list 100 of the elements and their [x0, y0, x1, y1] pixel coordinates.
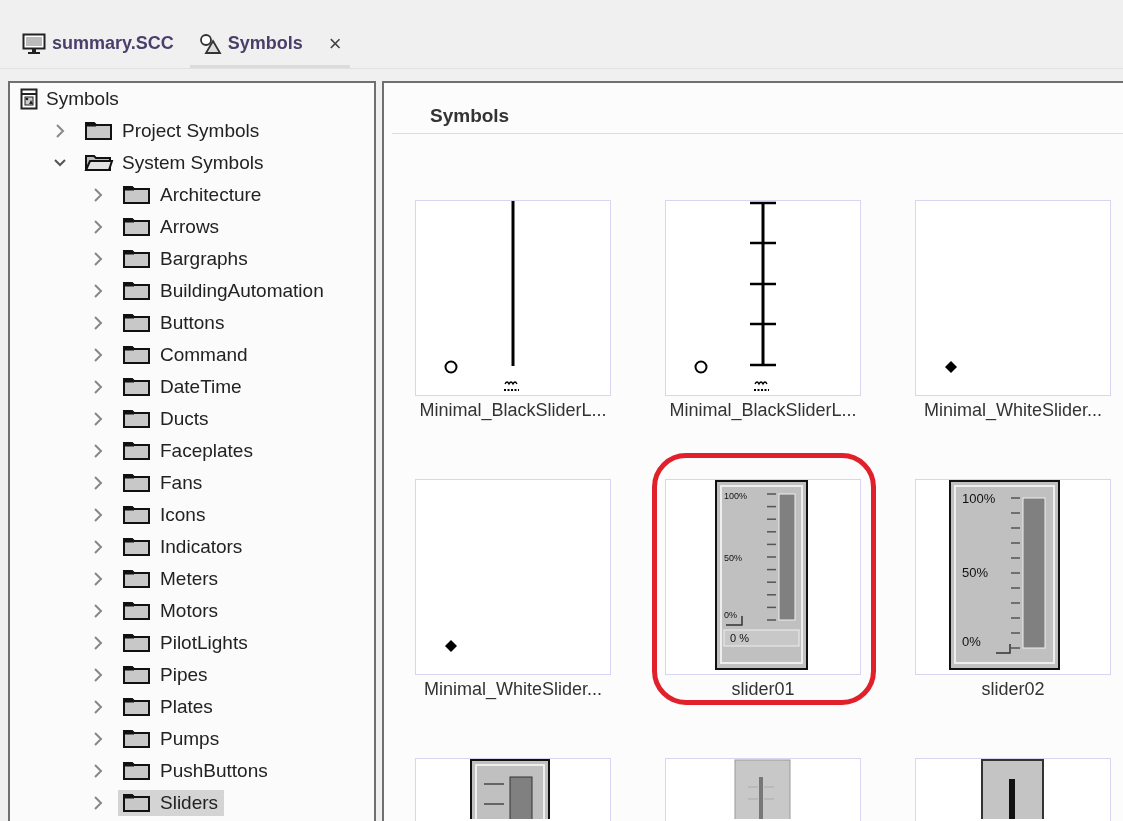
tree-item-label: Icons: [160, 504, 206, 526]
tick-marks-icon: [503, 381, 520, 391]
folder-icon: [122, 345, 152, 365]
symbol-name: slider01: [731, 679, 795, 700]
tree-item[interactable]: Symbols: [16, 86, 125, 112]
tree-item[interactable]: Icons: [118, 502, 212, 528]
tree-item-label: Pipes: [160, 664, 208, 686]
tree-item[interactable]: Faceplates: [118, 438, 259, 464]
folder-icon: [122, 441, 152, 461]
folder-icon: [122, 633, 152, 653]
tick-marks-icon: [753, 381, 770, 391]
tree-item-label: Sliders: [160, 792, 219, 814]
scale-label: 50%: [724, 553, 742, 563]
readout-value: 0 %: [730, 632, 749, 644]
expand-chevron-icon[interactable]: [92, 284, 104, 298]
folder-icon: [122, 793, 152, 813]
expand-chevron-icon[interactable]: [92, 188, 104, 202]
tree-item-label: Meters: [160, 568, 219, 590]
scale-label: 100%: [962, 491, 996, 506]
scale-label: 100%: [724, 491, 748, 501]
tree-item-label: BuildingAutomation: [160, 280, 324, 302]
open-folder-icon: [84, 153, 114, 173]
tree-item-label: PushButtons: [160, 760, 268, 782]
tree-item[interactable]: Plates: [118, 694, 219, 720]
expand-chevron-icon[interactable]: [92, 732, 104, 746]
expand-chevron-icon[interactable]: [92, 220, 104, 234]
symbol-tile[interactable]: 100% 50% 0%: [915, 479, 1111, 675]
tree-item-label: Symbols: [46, 88, 119, 110]
expand-chevron-icon[interactable]: [92, 540, 104, 554]
tree-item[interactable]: PushButtons: [118, 758, 274, 784]
tree-item-label: Bargraphs: [160, 248, 248, 270]
tree-item[interactable]: Meters: [118, 566, 225, 592]
folder-icon: [122, 537, 152, 557]
tree-item[interactable]: Architecture: [118, 182, 268, 208]
folder-icon: [122, 409, 152, 429]
tree-item-label: DateTime: [160, 376, 242, 398]
tree-item[interactable]: System Symbols: [80, 150, 270, 176]
tree-item[interactable]: Indicators: [118, 534, 249, 560]
scale-label: 0%: [724, 610, 737, 620]
tree-item[interactable]: Arrows: [118, 214, 226, 240]
folder-icon: [122, 569, 152, 589]
folder-icon: [122, 665, 152, 685]
shapes-icon: [197, 32, 222, 55]
scale-label: 50%: [962, 565, 989, 580]
panel-title: Symbols: [392, 83, 1123, 134]
expand-chevron-icon[interactable]: [92, 764, 104, 778]
tree-item[interactable]: Pumps: [118, 726, 226, 752]
tree-item[interactable]: Bargraphs: [118, 246, 254, 272]
expand-chevron-icon[interactable]: [92, 252, 104, 266]
tree-item[interactable]: Buttons: [118, 310, 231, 336]
expand-chevron-icon[interactable]: [92, 476, 104, 490]
folder-icon: [122, 473, 152, 493]
close-button[interactable]: ×: [328, 32, 342, 55]
expand-chevron-icon[interactable]: [54, 124, 66, 138]
tree-item[interactable]: Pipes: [118, 662, 214, 688]
symbol-name: Minimal_WhiteSlider...: [423, 679, 603, 700]
tree-item[interactable]: BuildingAutomation: [118, 278, 330, 304]
tree-item[interactable]: DateTime: [118, 374, 248, 400]
tree-item-label: Arrows: [160, 216, 220, 238]
tree-item[interactable]: Ducts: [118, 406, 215, 432]
expand-chevron-icon[interactable]: [92, 572, 104, 586]
tree-item[interactable]: Fans: [118, 470, 209, 496]
tree-item[interactable]: PilotLights: [118, 630, 254, 656]
symbol-tile[interactable]: 100% 50% 0% 0 %: [665, 479, 861, 675]
tab[interactable]: Symbols ×: [189, 28, 350, 68]
tree-item-label: Buttons: [160, 312, 225, 334]
folder-icon: [122, 313, 152, 333]
symbol-tile[interactable]: [915, 200, 1111, 396]
expand-chevron-icon[interactable]: [92, 412, 104, 426]
tree-item-label: Indicators: [160, 536, 243, 558]
expand-chevron-icon[interactable]: [92, 668, 104, 682]
symbol-tile[interactable]: [415, 479, 611, 675]
tree-item-label: Command: [160, 344, 248, 366]
expand-chevron-icon[interactable]: [92, 348, 104, 362]
expand-chevron-icon[interactable]: [92, 636, 104, 650]
tree-item[interactable]: Sliders: [118, 790, 225, 816]
symbol-tile[interactable]: [665, 200, 861, 396]
symbol-name: Minimal_BlackSliderL...: [669, 400, 857, 421]
tree-item-label: Project Symbols: [122, 120, 260, 142]
expand-chevron-icon[interactable]: [92, 700, 104, 714]
expand-chevron-icon[interactable]: [92, 444, 104, 458]
tree-item-label: PilotLights: [160, 632, 248, 654]
expand-chevron-icon[interactable]: [92, 316, 104, 330]
tree-item-label: Pumps: [160, 728, 220, 750]
tree-item[interactable]: Motors: [118, 598, 225, 624]
expand-chevron-icon[interactable]: [92, 380, 104, 394]
tree-item-label: Plates: [160, 696, 213, 718]
tree-item-label: System Symbols: [122, 152, 264, 174]
tree-item-label: Fans: [160, 472, 203, 494]
folder-icon: [122, 729, 152, 749]
expand-chevron-icon[interactable]: [92, 796, 104, 810]
folder-icon: [122, 217, 152, 237]
tree-item[interactable]: Project Symbols: [80, 118, 266, 144]
tree-item-label: Motors: [160, 600, 219, 622]
tree-item[interactable]: Command: [118, 342, 254, 368]
tab[interactable]: summary.SCC: [14, 28, 182, 68]
symbol-tile[interactable]: [415, 200, 611, 396]
folder-icon: [122, 697, 152, 717]
expand-chevron-icon[interactable]: [92, 508, 104, 522]
expand-chevron-icon[interactable]: [92, 604, 104, 618]
